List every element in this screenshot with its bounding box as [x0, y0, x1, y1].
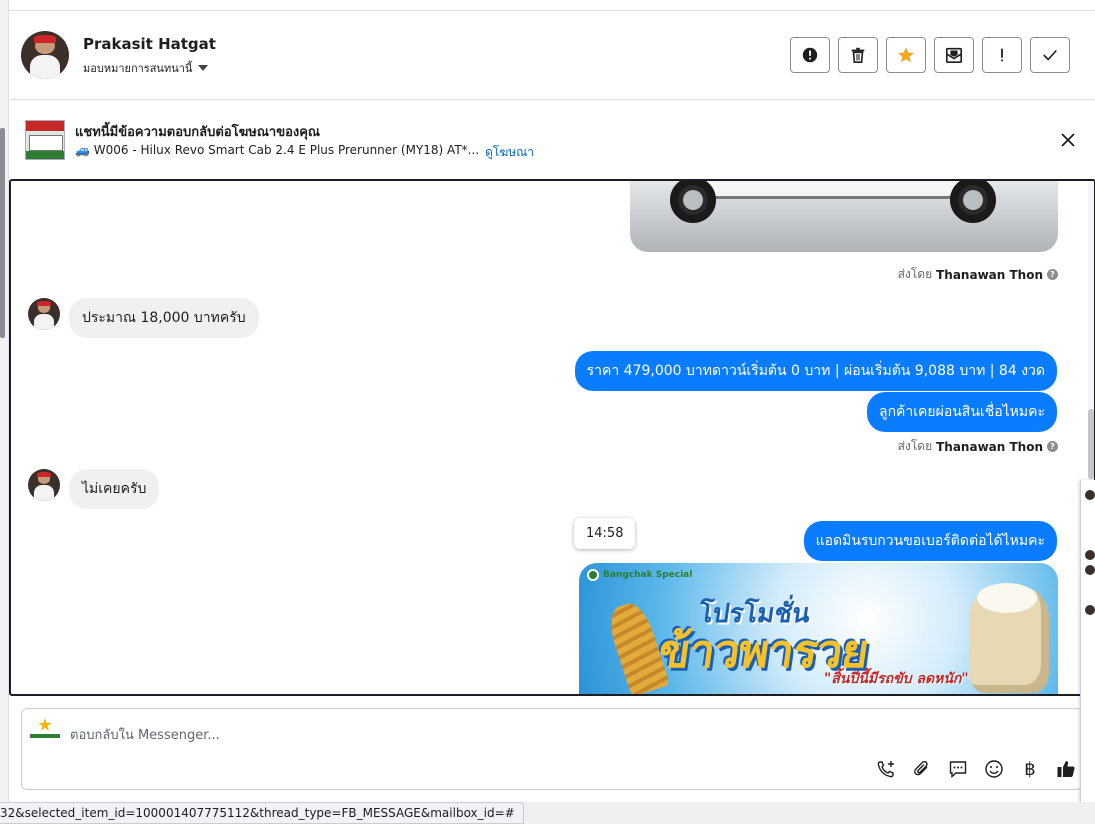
- side-panel-edge[interactable]: [1080, 480, 1095, 813]
- contact-avatar-small[interactable]: [28, 469, 60, 501]
- contact-avatar-small[interactable]: [28, 298, 60, 330]
- promo-image-attachment[interactable]: Bangchak Special โปรโมชั่น ข้าวพารวย "สิ…: [579, 563, 1058, 694]
- incoming-message[interactable]: ประมาณ 18,000 บาทครับ: [69, 298, 259, 338]
- assign-label: มอบหมายการสนทนานี้: [83, 62, 193, 75]
- promo-tagline: "สิ้นปีนี้มีรถขับ ลดหนัก": [824, 671, 969, 687]
- side-avatar[interactable]: [1085, 550, 1095, 560]
- spam-report-button[interactable]: [790, 37, 830, 73]
- sent-by-name: Thanawan Thon: [936, 267, 1043, 282]
- conversation-header: Prakasit Hatgat มอบหมายการสนทนานี้: [10, 11, 1095, 100]
- emoji-button[interactable]: [982, 757, 1006, 781]
- ad-banner-title: แชทนี้มีข้อความตอบกลับต่อโฆษณาของคุณ: [75, 125, 320, 140]
- contact-avatar[interactable]: [21, 31, 69, 79]
- paperclip-icon: [914, 760, 928, 776]
- outgoing-message[interactable]: ลูกค้าเคยผ่อนสินเชื่อไหมคะ: [866, 392, 1057, 432]
- check-icon: [1043, 49, 1057, 61]
- payment-button[interactable]: ฿: [1018, 757, 1042, 781]
- sent-by-label: ส่งโดย Thanawan Thon ?: [898, 265, 1058, 284]
- trash-icon: [851, 47, 865, 64]
- page-logo-icon: [30, 718, 60, 742]
- incoming-message[interactable]: ไม่เคยครับ: [69, 469, 160, 509]
- mark-unread-button[interactable]: [934, 37, 974, 73]
- contact-name[interactable]: Prakasit Hatgat: [83, 35, 216, 53]
- assign-conversation-dropdown[interactable]: มอบหมายการสนทนานี้: [83, 59, 209, 77]
- inbox-app: Prakasit Hatgat มอบหมายการสนทนานี้ แชทนี…: [0, 0, 1095, 824]
- ad-thumbnail[interactable]: [25, 120, 65, 160]
- saved-replies-button[interactable]: [946, 757, 970, 781]
- scroll-thumb[interactable]: [1088, 409, 1094, 479]
- star-icon: [898, 47, 914, 63]
- star-button[interactable]: [886, 37, 926, 73]
- help-icon[interactable]: ?: [1047, 269, 1058, 280]
- ad-reply-banner: แชทนี้มีข้อความตอบกลับต่อโฆษณาของคุณ 🚙 W…: [10, 101, 1095, 179]
- emoji-icon: [985, 760, 1003, 778]
- view-ad-link[interactable]: ดูโฆษณา: [485, 143, 534, 162]
- attach-button[interactable]: [910, 757, 934, 781]
- timestamp-tooltip: 14:58: [574, 518, 636, 549]
- baht-icon: ฿: [1024, 758, 1036, 780]
- left-rail: [0, 0, 9, 824]
- thumbs-up-icon: [1057, 761, 1075, 777]
- call-add-icon: [877, 761, 894, 778]
- alert-circle-icon: [802, 47, 818, 63]
- left-scrollbar[interactable]: [0, 128, 5, 338]
- side-avatar[interactable]: [1085, 490, 1095, 500]
- sent-by-prefix: ส่งโดย: [897, 267, 933, 281]
- reply-input[interactable]: ตอบกลับใน Messenger...: [70, 724, 220, 745]
- call-add-button[interactable]: [874, 757, 898, 781]
- outgoing-message[interactable]: แอดมินรบกวนขอเบอร์ติดต่อได้ไหมคะ: [803, 521, 1057, 561]
- link-status-bar: 32&selected_item_id=100001407775112&thre…: [0, 802, 524, 824]
- composer-tools: ฿: [874, 757, 1078, 781]
- car-photo-attachment[interactable]: [630, 181, 1058, 252]
- promo-logo: Bangchak Special: [587, 569, 692, 581]
- outgoing-message[interactable]: ราคา 479,000 บาทดาวน์เริ่มต้น 0 บาท | ผ่…: [574, 351, 1057, 391]
- follow-up-button[interactable]: [982, 37, 1022, 73]
- header-actions: [790, 37, 1070, 73]
- exclamation-icon: [1001, 48, 1003, 62]
- sent-by-label: ส่งโดย Thanawan Thon ?: [898, 437, 1058, 456]
- close-icon[interactable]: [1059, 131, 1077, 149]
- caret-down-icon: [198, 65, 209, 71]
- sent-by-name: Thanawan Thon: [936, 439, 1043, 454]
- ad-name: 🚙 W006 - Hilux Revo Smart Cab 2.4 E Plus…: [75, 143, 480, 157]
- side-avatar[interactable]: [1085, 605, 1095, 615]
- done-button[interactable]: [1030, 37, 1070, 73]
- side-avatar[interactable]: [1085, 565, 1095, 575]
- ad-banner-subtitle: 🚙 W006 - Hilux Revo Smart Cab 2.4 E Plus…: [75, 143, 534, 162]
- chat-bubble-icon: [949, 761, 967, 779]
- reply-composer: ตอบกลับใน Messenger... ฿: [21, 708, 1083, 790]
- like-button[interactable]: [1054, 757, 1078, 781]
- sent-by-prefix: ส่งโดย: [897, 439, 933, 453]
- delete-button[interactable]: [838, 37, 878, 73]
- help-icon[interactable]: ?: [1047, 441, 1058, 452]
- message-thread[interactable]: ส่งโดย Thanawan Thon ? ประมาณ 18,000 บาท…: [9, 179, 1095, 696]
- mail-icon: [945, 47, 963, 64]
